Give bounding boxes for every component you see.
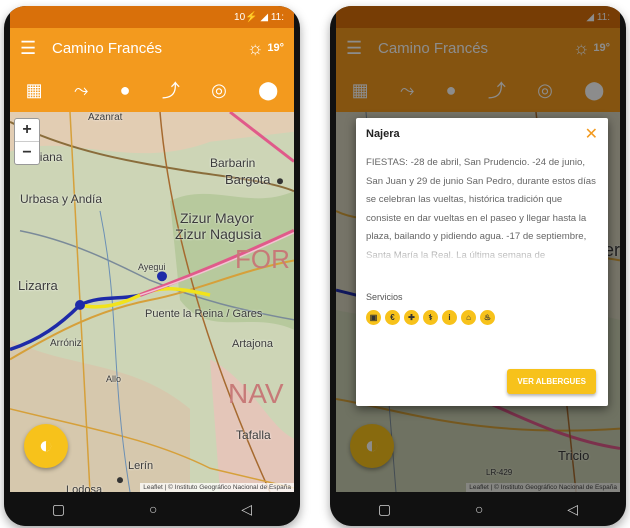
map-label: Ayegui [138, 262, 166, 272]
pharmacy-icon: ✚ [404, 310, 419, 325]
gps-target-icon[interactable]: ◎ [211, 80, 227, 101]
android-nav-bar: ▢ ○ ◁ [336, 492, 620, 526]
phone-left: 10⚡ ◢ 11: ☰ Camino Francés ☼ 19° ▦ ⤳ ● ⤴… [4, 6, 300, 526]
recents-icon[interactable]: ▢ [52, 501, 65, 518]
route-pin-icon[interactable]: ⤴ [162, 77, 180, 103]
map-label: Lerín [128, 460, 154, 472]
status-bar: 10⚡ ◢ 11: [10, 6, 294, 28]
map-label: NAV [228, 378, 284, 409]
map-label: Lodosa [66, 484, 103, 492]
sun-icon: ☼ [246, 37, 264, 58]
map-label: Urbasa y Andía [20, 192, 103, 206]
close-icon[interactable]: ✕ [585, 124, 598, 144]
see-hostels-button[interactable]: VER ALBERGUES [507, 369, 596, 394]
map-attribution[interactable]: Leaflet | © Instituto Geográfico Naciona… [140, 483, 294, 492]
android-nav-bar: ▢ ○ ◁ [10, 492, 294, 526]
map-label: Arróniz [50, 338, 82, 349]
services-label: Servicios [366, 292, 403, 302]
phone-right: ◢ 11: ☰ Camino Francés ☼ 19° ▦ ⤳ ● ⤴ ◎ ⬤ [330, 6, 626, 526]
zoom-control: + − [14, 118, 40, 165]
weather[interactable]: ☼ 19° [247, 38, 284, 59]
map-label: FOR [235, 244, 290, 274]
back-icon[interactable]: ◁ [241, 501, 252, 518]
route-icon[interactable]: ⤳ [74, 80, 88, 101]
map-label: Artajona [232, 338, 273, 350]
app-title: Camino Francés [52, 39, 163, 57]
zoom-out-button[interactable]: − [15, 142, 39, 164]
menu-icon[interactable]: ☰ [20, 38, 46, 59]
screen-detail: ◢ 11: ☰ Camino Francés ☼ 19° ▦ ⤳ ● ⤴ ◎ ⬤ [336, 6, 620, 526]
hostel-icon: ⌂ [461, 310, 476, 325]
info-icon: i [442, 310, 457, 325]
globe-button[interactable]: ◐ [24, 424, 68, 468]
home-icon[interactable]: ○ [475, 501, 483, 517]
map-label: Zizur Nagusia [175, 226, 262, 242]
map-label: Lizarra [18, 278, 58, 293]
temperature: 19° [267, 42, 284, 54]
bus-icon: ▣ [366, 310, 381, 325]
back-icon[interactable]: ◁ [567, 501, 578, 518]
home-icon[interactable]: ○ [149, 501, 157, 517]
map-label: Barbarin [210, 156, 256, 170]
map[interactable]: Azanrat Viana Barbarin Bargota Urbasa y … [10, 112, 294, 492]
map-label: Bargota [225, 172, 271, 187]
recents-icon[interactable]: ▢ [378, 501, 391, 518]
hostel-icon[interactable]: ▦ [26, 80, 43, 101]
medical-icon: ⚕ [423, 310, 438, 325]
map-label: Puente la Reina / Gares [145, 308, 263, 320]
map-label: Azanrat [88, 112, 123, 123]
place-pin-icon[interactable]: ⬤ [258, 80, 278, 101]
map-label: Zizur Mayor [180, 210, 254, 226]
map-label: Allo [106, 374, 122, 384]
dialog-title: Najera [366, 128, 400, 140]
zoom-in-button[interactable]: + [15, 119, 39, 142]
location-pin-icon[interactable]: ● [120, 80, 131, 101]
app-bar: ☰ Camino Francés ☼ 19° [10, 28, 294, 68]
restaurant-icon: ♨ [480, 310, 495, 325]
screen-map: 10⚡ ◢ 11: ☰ Camino Francés ☼ 19° ▦ ⤳ ● ⤴… [10, 6, 294, 526]
globe-icon: ◐ [38, 432, 54, 459]
map-label: Tafalla [236, 428, 271, 442]
dialog-description: FIESTAS: -28 de abril, San Prudencio. -2… [366, 157, 596, 261]
euro-icon: € [385, 310, 400, 325]
toolbar: ▦ ⤳ ● ⤴ ◎ ⬤ [10, 68, 294, 112]
place-dialog: Najera ✕ FIESTAS: -28 de abril, San Prud… [356, 118, 608, 406]
status-right: 10⚡ ◢ 11: [234, 11, 284, 23]
services-icons: ▣ € ✚ ⚕ i ⌂ ♨ [366, 310, 598, 325]
